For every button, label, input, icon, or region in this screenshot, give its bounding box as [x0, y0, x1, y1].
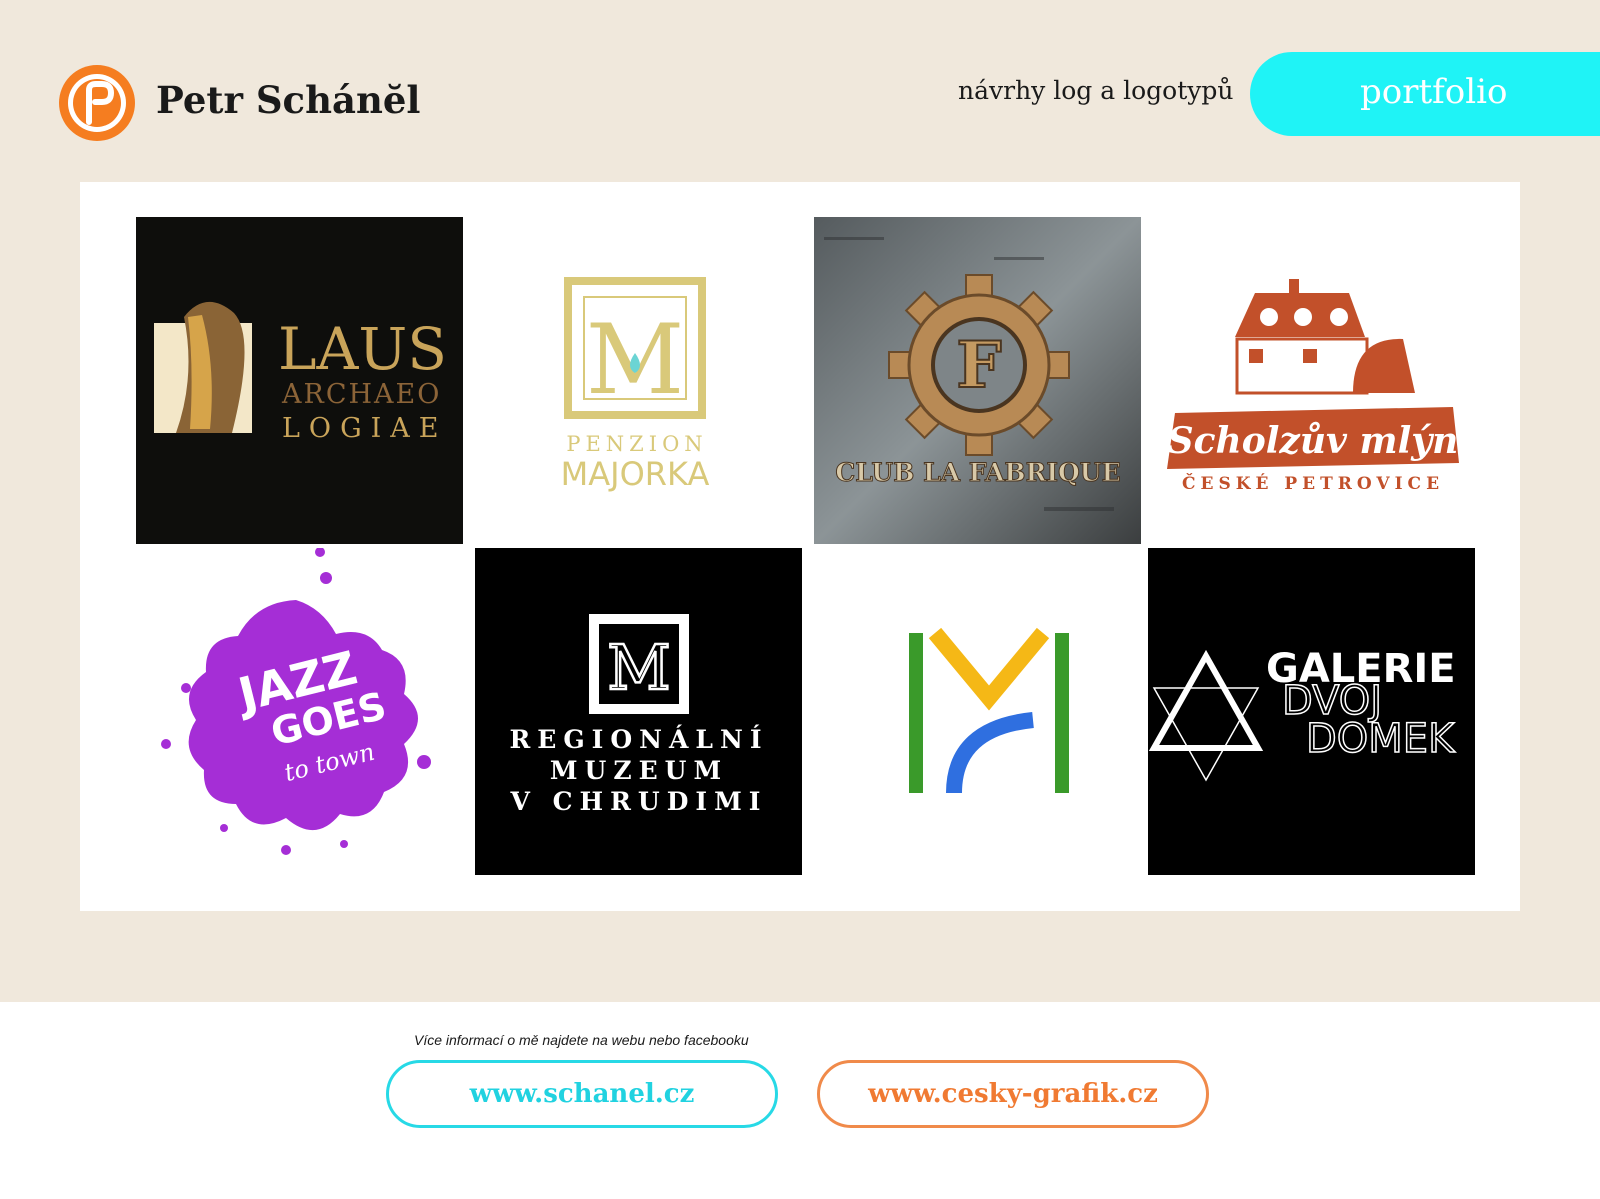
cesky-grafik-link-button[interactable]: www.cesky-grafik.cz [817, 1060, 1209, 1128]
portfolio-label: portfolio [1360, 72, 1508, 112]
majorka-line-2: MAJORKA [561, 455, 710, 493]
logo-galerie-dvoj-domek: GALERIE DVOJ DOMEK [1148, 548, 1475, 875]
logo-club-la-fabrique: F CLUB LA FABRIQUE [814, 217, 1141, 544]
brand-p-logo-icon [59, 65, 135, 141]
majorka-line-1: PENZION [566, 432, 707, 456]
schanel-link-button[interactable]: www.schanel.cz [386, 1060, 778, 1128]
footer-note: Více informací o mě najdete na webu nebo… [414, 1032, 749, 1048]
fabrique-monogram: F [956, 328, 1001, 403]
tagline: návrhy log a logotypů [958, 76, 1234, 105]
galerie-line-3: DOMEK [1306, 716, 1456, 762]
mlyn-line-2: ČESKÉ PETROVICE [1182, 473, 1444, 494]
logo-laus-archaeologiae: LAUS ARCHAEO LOGIAE [136, 217, 463, 544]
logo-penzion-majorka: M PENZION MAJORKA [475, 217, 802, 544]
portfolio-tab[interactable]: portfolio [1250, 52, 1600, 136]
muzeum-line-1: REGIONÁLNÍ [509, 725, 768, 754]
muzeum-line-2: MUZEUM [550, 756, 728, 785]
fabrique-line-1: CLUB LA FABRIQUE [835, 458, 1120, 487]
muzeum-line-3: V CHRUDIMI [510, 787, 768, 816]
mlyn-line-1: Scholzův mlýn [1168, 420, 1459, 462]
logo-jazz-goes-to-town: JAZZ GOES to town [136, 548, 463, 875]
laus-line-2: ARCHAEO [281, 379, 441, 410]
logo-regionalni-muzeum: M REGIONÁLNÍ MUZEUM V CHRUDIMI [475, 548, 802, 875]
logo-grid-panel: LAUS ARCHAEO LOGIAE M PENZION MAJORKA F … [80, 182, 1520, 911]
laus-line-1: LAUS [278, 315, 447, 383]
logo-mh-monogram [814, 548, 1141, 875]
logo-scholzuv-mlyn: Scholzův mlýn ČESKÉ PETROVICE [1153, 217, 1480, 544]
laus-line-3: LOGIAE [282, 413, 448, 444]
brand-name: Petr Schánĕl [156, 78, 421, 122]
svg-text:M: M [607, 631, 670, 704]
